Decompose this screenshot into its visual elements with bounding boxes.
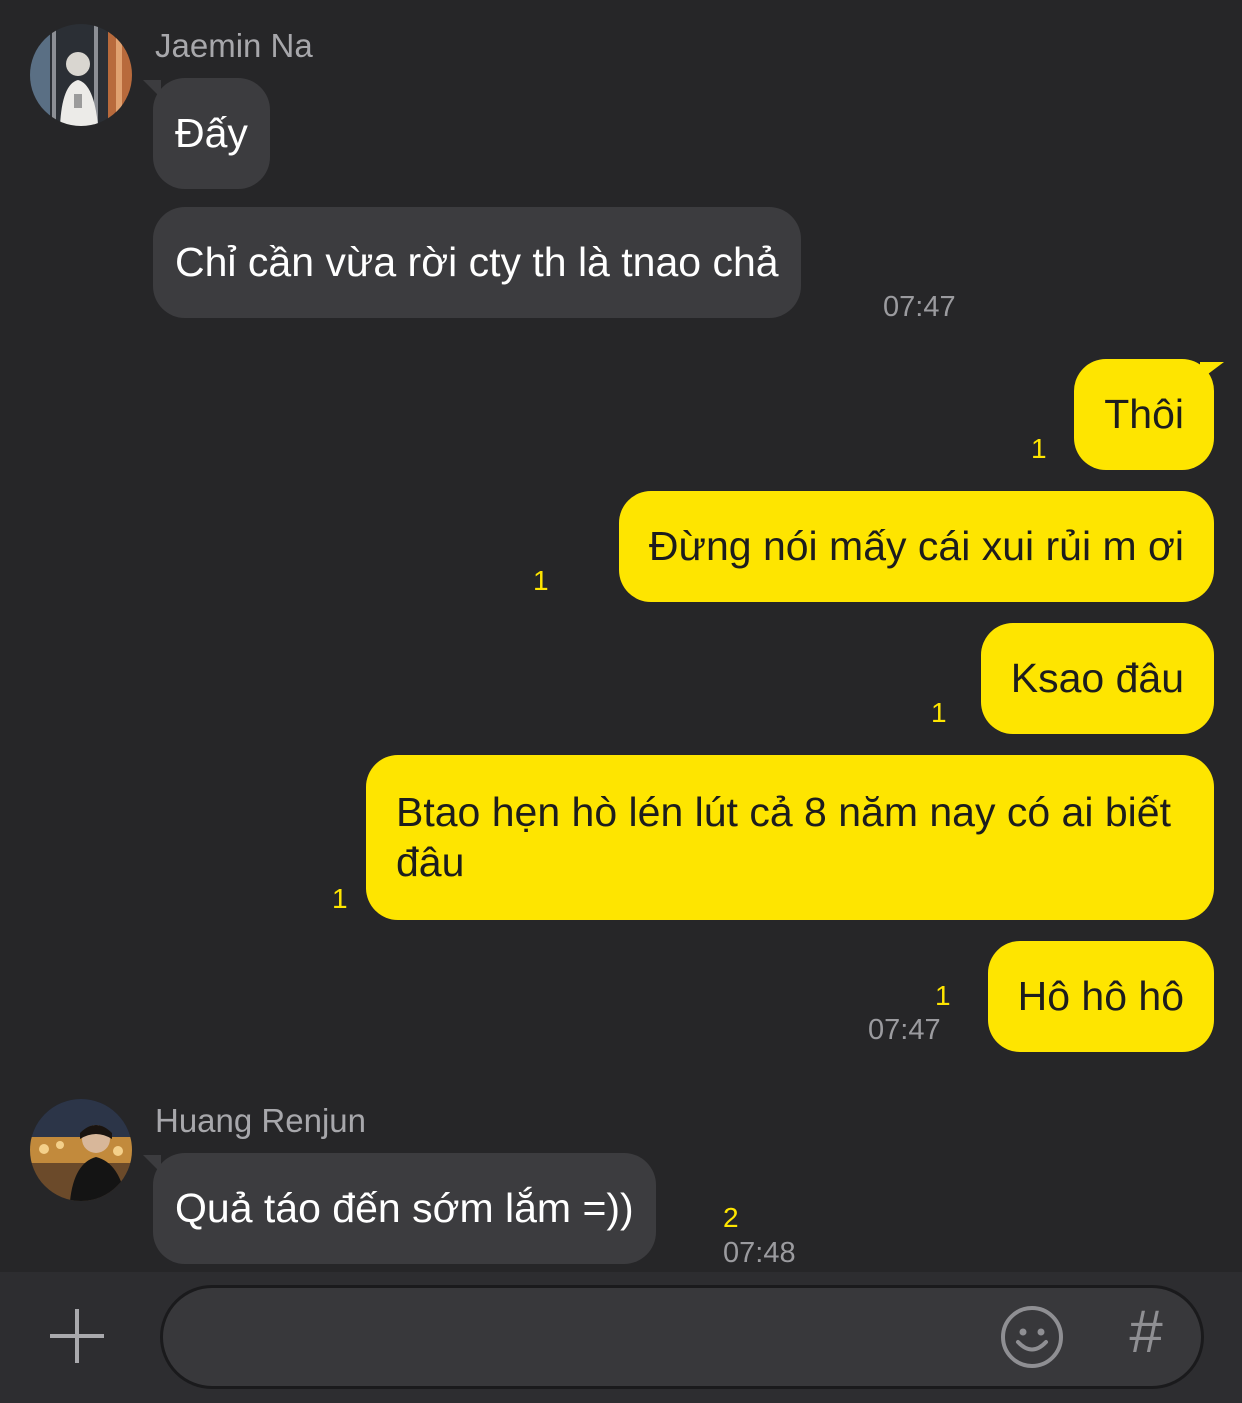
message-text: Đấy [175,110,248,156]
message-bubble[interactable]: Quả táo đến sớm lắm =)) [153,1153,656,1264]
message-time: 07:48 [723,1237,796,1269]
avatar-photo [30,1099,132,1201]
message-text: Thôi [1104,391,1184,437]
sender-name: Huang Renjun [155,1102,366,1139]
message-time: 07:47 [868,1014,941,1046]
unread-count: 1 [935,980,951,1011]
message-bubble[interactable]: Hô hô hô [987,941,1214,1052]
unread-count: 1 [1031,433,1047,464]
message-bubble[interactable]: Chỉ cần vừa rời cty th là tnao chả [153,207,801,318]
smiley-icon[interactable] [1000,1305,1064,1369]
avatar-jaemin[interactable] [30,24,132,126]
unread-count: 1 [533,565,549,596]
message-bubble[interactable]: Đừng nói mấy cái xui rủi m ơi [618,491,1214,602]
message-bubble[interactable]: Btao hẹn hò lén lút cả 8 năm nay có ai b… [366,755,1214,920]
avatar-photo [30,24,132,126]
hash-icon[interactable]: # [1120,1300,1172,1364]
message-text: Chỉ cần vừa rời cty th là tnao chả [175,239,779,285]
bubble-tail [143,80,161,98]
unread-count: 2 [723,1202,739,1233]
message-bubble[interactable]: Thôi [1074,359,1214,470]
avatar-renjun[interactable] [30,1099,132,1201]
bubble-tail [143,1155,161,1173]
unread-count: 1 [332,883,348,914]
message-bubble[interactable]: Ksao đâu [980,623,1214,734]
message-text: Ksao đâu [1010,655,1184,701]
message-text: Btao hẹn hò lén lút cả 8 năm nay có ai b… [396,789,1171,885]
message-text: Đừng nói mấy cái xui rủi m ơi [648,523,1184,569]
message-text: Hô hô hô [1017,973,1184,1019]
sender-name: Jaemin Na [155,27,313,64]
message-text: Quả táo đến sớm lắm =)) [175,1185,634,1231]
message-bubble[interactable]: Đấy [153,78,270,189]
message-time: 07:47 [883,291,956,323]
bubble-tail [1200,362,1224,380]
unread-count: 1 [931,697,947,728]
plus-icon[interactable] [48,1307,106,1365]
